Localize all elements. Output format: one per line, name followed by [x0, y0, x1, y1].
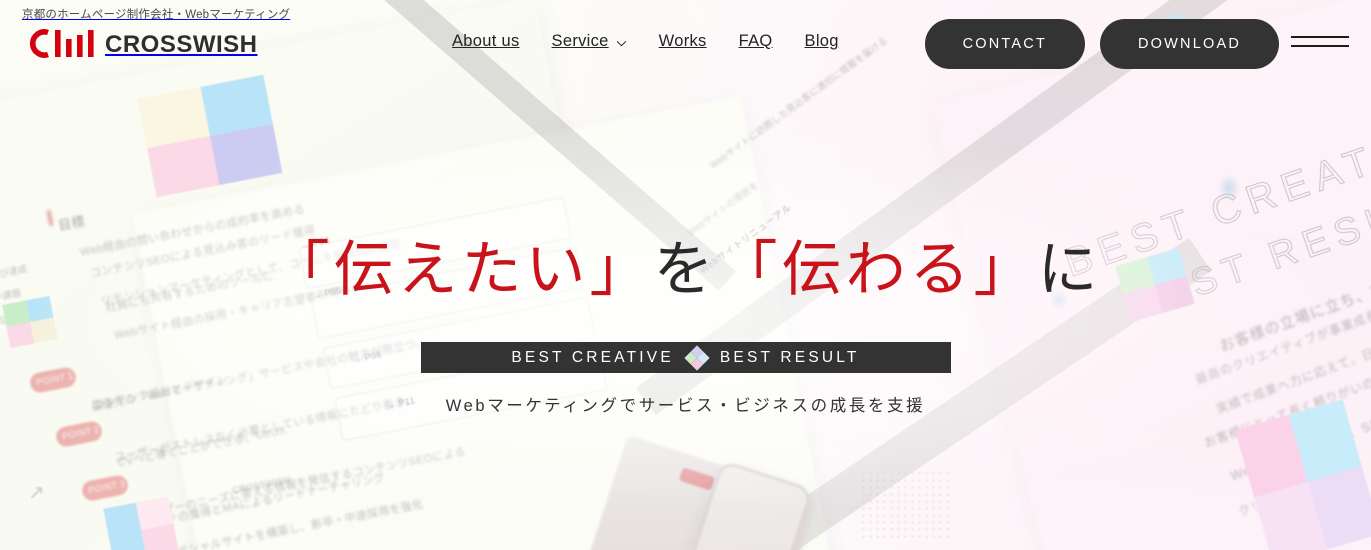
- brand-logo-link[interactable]: 京都のホームページ制作会社・Webマーケティング CROSSWISH: [22, 9, 290, 58]
- nav-item-blog[interactable]: Blog: [805, 32, 839, 51]
- logo-row: CROSSWISH: [22, 28, 290, 58]
- hamburger-menu-icon[interactable]: [1291, 34, 1349, 50]
- headline-part-1: 「伝えたい」: [269, 235, 654, 305]
- ribbon-text-right: BEST RESULT: [719, 348, 860, 366]
- site-header: 京都のホームページ制作会社・Webマーケティング CROSSWISH About…: [0, 0, 1371, 84]
- crosswish-bars-logo-icon: [29, 28, 94, 58]
- headline-part-4: に: [1037, 235, 1102, 305]
- download-button[interactable]: DOWNLOAD: [1100, 19, 1279, 69]
- nav-label: FAQ: [738, 32, 773, 50]
- nav-label: Works: [658, 32, 707, 50]
- nav-label: Service: [551, 32, 609, 50]
- hero-headline: 「伝えたい」を「伝わる」に: [0, 240, 1371, 300]
- nav-item-service[interactable]: Service: [552, 32, 627, 51]
- contact-button[interactable]: CONTACT: [924, 19, 1085, 69]
- nav-item-faq[interactable]: FAQ: [739, 32, 773, 51]
- nav-item-works[interactable]: Works: [659, 32, 707, 51]
- headline-part-3: 「伝わる」: [717, 235, 1038, 305]
- hero-ribbon: BEST CREATIVE BEST RESULT: [420, 342, 951, 373]
- nav-label: Blog: [804, 32, 839, 50]
- chevron-down-icon: [616, 41, 626, 47]
- page-root: Webサイトリニューアル 目標 Web経由の問い合わせからの成約率を高める コン…: [0, 0, 1371, 550]
- four-color-diamond-icon: [684, 344, 710, 371]
- headline-part-2: を: [653, 235, 718, 305]
- brand-wordmark: CROSSWISH: [105, 30, 258, 58]
- nav-item-about-us[interactable]: About us: [452, 32, 520, 51]
- main-navigation: About us Service Works FAQ Blog: [452, 32, 839, 51]
- ribbon-text-left: BEST CREATIVE: [511, 348, 674, 366]
- hero-subcopy: Webマーケティングでサービス・ビジネスの成長を支援: [445, 397, 926, 415]
- site-tagline: 京都のホームページ制作会社・Webマーケティング: [22, 9, 291, 21]
- nav-label: About us: [452, 32, 520, 50]
- header-actions: CONTACT DOWNLOAD: [924, 19, 1279, 69]
